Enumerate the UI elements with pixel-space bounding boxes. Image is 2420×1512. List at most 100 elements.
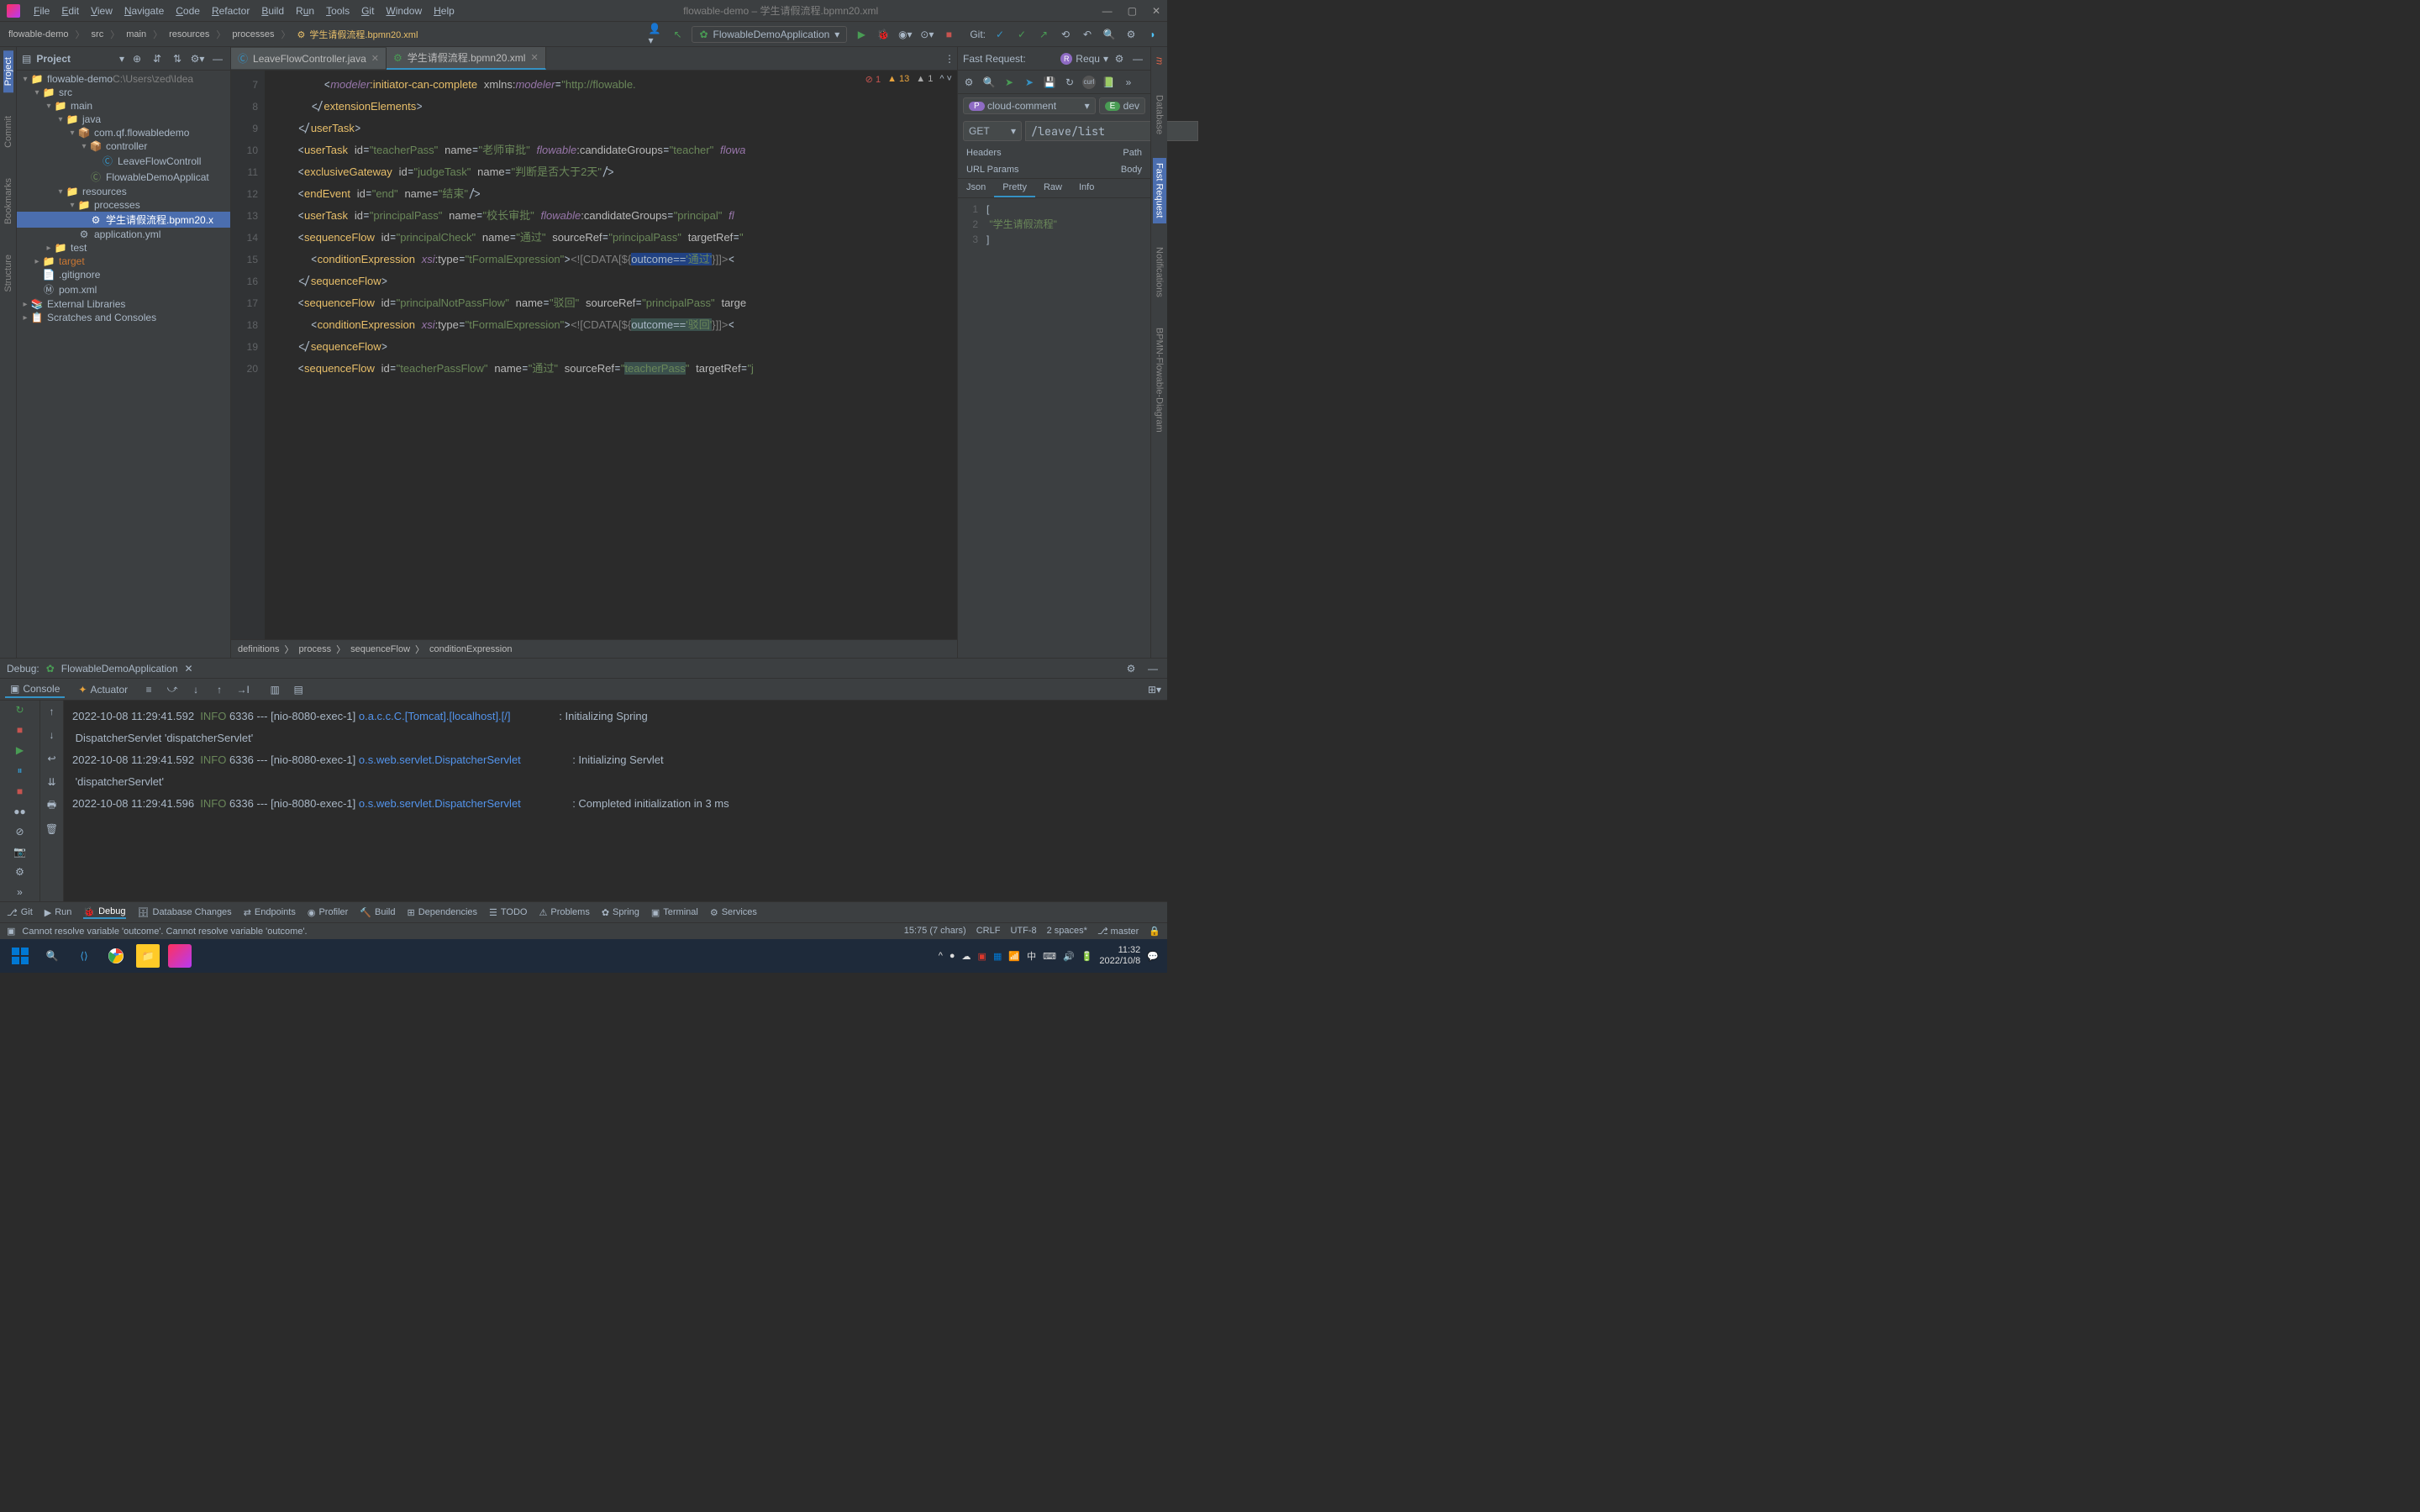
crumb[interactable]: resources [167, 29, 211, 39]
layout2-icon[interactable]: ▤ [291, 682, 306, 697]
resp-info[interactable]: Info [1071, 179, 1102, 197]
tree-item[interactable]: ▾📁java [17, 113, 230, 126]
tray-up-icon[interactable]: ^ [939, 951, 943, 961]
cursor-position[interactable]: 15:75 (7 chars) [904, 926, 966, 937]
strip-fast-request[interactable]: Fast Request [1153, 158, 1166, 223]
hide-icon[interactable]: — [210, 51, 225, 66]
tree-item[interactable]: ▾📁main [17, 99, 230, 113]
run-to-cursor-icon[interactable]: →I [235, 682, 250, 697]
refresh-icon[interactable]: ↻ [1062, 75, 1077, 90]
tray-network-icon[interactable]: 📶 [1008, 951, 1020, 962]
tray-lang-icon[interactable]: 中 [1027, 949, 1036, 963]
tool-git[interactable]: ⎇Git [7, 907, 33, 918]
tab-path[interactable]: Path [1114, 144, 1150, 161]
tree-item[interactable]: ⒸFlowableDemoApplicat [17, 169, 230, 185]
gear-icon[interactable]: ⚙ [961, 75, 976, 90]
locate-icon[interactable]: ⊕ [129, 51, 145, 66]
crumb[interactable]: flowable-demo [7, 29, 71, 39]
tree-item[interactable]: Ⓜpom.xml [17, 281, 230, 297]
menu-git[interactable]: Git [356, 3, 379, 18]
tree-item[interactable]: ▸📚External Libraries [17, 297, 230, 311]
search-icon[interactable]: 🔍 [981, 75, 997, 90]
close-icon[interactable]: ✕ [1152, 5, 1160, 17]
strip-structure[interactable]: Structure [3, 248, 13, 299]
lock-icon[interactable]: 🔒 [1149, 926, 1160, 937]
more-icon[interactable]: ⊞▾ [1147, 682, 1162, 697]
tree-item[interactable]: ▾📦controller [17, 139, 230, 153]
tray-battery-icon[interactable]: 🔋 [1081, 951, 1093, 962]
align-icon[interactable]: ≡ [141, 682, 156, 697]
send-icon[interactable]: ➤ [1002, 75, 1017, 90]
run-icon[interactable]: ▶ [854, 27, 869, 42]
tab-urlparams[interactable]: URL Params [958, 161, 1028, 178]
expand-icon[interactable]: » [13, 886, 28, 898]
curl-icon[interactable]: curl [1082, 76, 1096, 89]
console-output[interactable]: 2022-10-08 11:29:41.592 INFO 6336 --- [n… [64, 701, 1167, 901]
url-input[interactable] [1025, 121, 1198, 141]
explorer-icon[interactable]: 📁 [136, 944, 160, 968]
pause-icon[interactable]: ⏸ [13, 764, 28, 777]
menu-refactor[interactable]: Refactor [207, 3, 255, 18]
gear-icon[interactable]: ⚙ [1123, 661, 1139, 676]
tool-endpoints[interactable]: ⇄Endpoints [244, 907, 296, 918]
git-history-icon[interactable]: ⟲ [1058, 27, 1073, 42]
menu-tools[interactable]: Tools [321, 3, 355, 18]
crumb[interactable]: main [124, 29, 148, 39]
wrap-icon[interactable]: ↩ [45, 751, 60, 766]
tab-bpmn[interactable]: ⚙ 学生请假流程.bpmn20.xml ✕ [387, 47, 546, 70]
profile-icon[interactable]: ⊙▾ [919, 27, 934, 42]
plugin-icon[interactable]: ◗ [1145, 27, 1160, 42]
tab-controller[interactable]: Ⓒ LeaveFlowController.java ✕ [231, 48, 387, 69]
tree-item[interactable]: ▾📁src [17, 86, 230, 99]
strip-bpmn[interactable]: BPMN-Flowable-Diagram [1155, 321, 1165, 439]
coverage-icon[interactable]: ◉▾ [897, 27, 913, 42]
notifications-icon[interactable]: 💬 [1147, 951, 1159, 962]
save-icon[interactable]: 💾 [1042, 75, 1057, 90]
minimize-icon[interactable]: — [1102, 5, 1113, 17]
rerun-icon[interactable]: ↖ [670, 27, 685, 42]
tool-profiler[interactable]: ◉Profiler [308, 907, 348, 918]
tool-window-icon[interactable]: ▣ [7, 926, 15, 937]
menu-window[interactable]: Window [381, 3, 427, 18]
method-select[interactable]: GET▾ [963, 121, 1022, 141]
menu-navigate[interactable]: Navigate [119, 3, 169, 18]
console-tab[interactable]: ▣Console [5, 681, 65, 698]
tab-close-icon[interactable]: ✕ [371, 53, 379, 64]
hide-icon[interactable]: — [1145, 661, 1160, 676]
collapse-icon[interactable]: ⇅ [170, 51, 185, 66]
tree-item[interactable]: ▸📁target [17, 255, 230, 268]
resp-pretty[interactable]: Pretty [994, 179, 1035, 197]
tray-volume-icon[interactable]: 🔊 [1063, 951, 1075, 962]
breakpoints-icon[interactable]: ●● [13, 806, 28, 817]
more-icon[interactable]: » [1121, 75, 1136, 90]
doc-icon[interactable]: 📗 [1101, 75, 1116, 90]
step-out-icon[interactable]: ↑ [212, 682, 227, 697]
code-editor[interactable]: <modeler:initiator-can-complete xmlns:mo… [265, 71, 957, 639]
tabs-menu-icon[interactable]: ⋮ [942, 51, 957, 66]
search-icon[interactable]: 🔍 [1102, 27, 1117, 42]
tool-spring[interactable]: ✿Spring [602, 907, 639, 918]
layout-icon[interactable]: ▥ [267, 682, 282, 697]
send-download-icon[interactable]: ➤ [1022, 75, 1037, 90]
tab-headers[interactable]: Headers [958, 144, 1010, 161]
run-config-selector[interactable]: ✿FlowableDemoApplication▾ [692, 26, 847, 43]
strip-notifications[interactable]: Notifications [1155, 240, 1165, 304]
step-over-icon[interactable]: ⤻ [165, 682, 180, 697]
project-select[interactable]: P cloud-comment▾ [963, 97, 1096, 114]
rerun-icon[interactable]: ↻ [13, 704, 28, 716]
down-icon[interactable]: ↓ [45, 727, 60, 743]
tray-icon[interactable]: ● [950, 951, 955, 961]
menu-file[interactable]: FFileile [29, 3, 55, 18]
response-body[interactable]: 1[2 "学生请假流程"3] [958, 198, 1150, 658]
tool-todo[interactable]: ☰TODO [489, 907, 527, 918]
tree-item[interactable]: 📄.gitignore [17, 268, 230, 281]
tree-item[interactable]: ▾📁processes [17, 198, 230, 212]
tool-terminal[interactable]: ▣Terminal [651, 907, 698, 918]
tool-build[interactable]: 🔨Build [360, 907, 395, 918]
mute-breakpoint-icon[interactable]: ⊘ [13, 826, 28, 837]
resp-json[interactable]: Json [958, 179, 994, 197]
crumb[interactable]: ⚙ 学生请假流程.bpmn20.xml [296, 28, 422, 41]
expand-icon[interactable]: ⇵ [150, 51, 165, 66]
chrome-icon[interactable] [104, 944, 128, 968]
actuator-tab[interactable]: ✦Actuator [73, 682, 133, 697]
